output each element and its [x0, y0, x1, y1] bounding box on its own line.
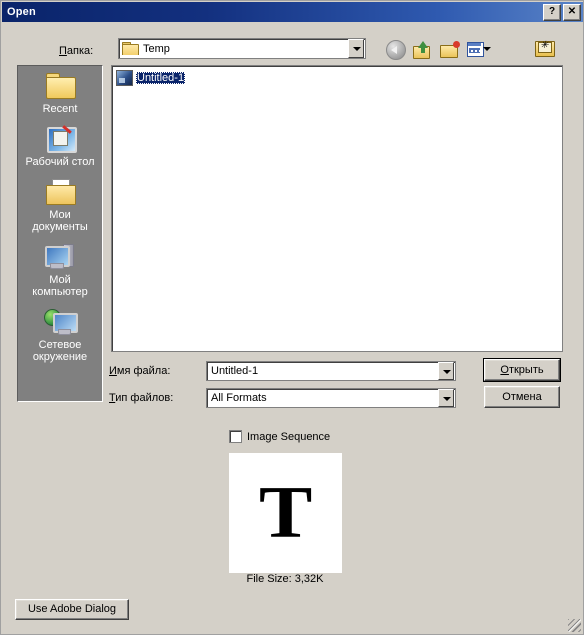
look-in-label: Папка: [59, 45, 93, 57]
my-computer-icon [44, 242, 76, 272]
place-label: Рабочий стол [25, 156, 95, 168]
open-button-accel: О [500, 364, 509, 376]
file-name-input[interactable]: Untitled-1 [207, 365, 438, 377]
back-icon[interactable] [386, 39, 408, 60]
file-list[interactable]: Untitled-1 [111, 65, 563, 352]
chevron-down-icon[interactable] [438, 362, 454, 380]
place-label-line2: окружение [32, 351, 88, 363]
place-label-line2: компьютер [32, 286, 88, 298]
place-label-line2: документы [32, 221, 88, 233]
places-bar: Recent Рабочий стол Мои документы Мой ко… [17, 65, 103, 402]
image-sequence-checkbox[interactable] [229, 430, 242, 443]
open-button-rest: ткрыть [508, 364, 544, 376]
place-label: Recent [42, 103, 78, 115]
help-button[interactable]: ? [543, 4, 561, 21]
look-in-combobox[interactable]: Temp [118, 38, 366, 59]
navigation-toolbar [386, 38, 496, 60]
look-in-label-accel: П [59, 45, 67, 57]
favorites-folder-icon[interactable]: ✳ [535, 39, 555, 57]
recent-folder-icon [44, 71, 76, 101]
my-documents-icon [44, 177, 76, 207]
look-in-label-rest: апка: [66, 45, 94, 57]
place-label-line1: Мои [49, 209, 71, 221]
place-label-line1: Мой [49, 274, 71, 286]
image-sequence-label: Image Sequence [247, 430, 331, 443]
new-folder-icon[interactable] [440, 39, 462, 60]
file-size-label: File Size: 3,32K [246, 573, 324, 585]
place-item-recent[interactable]: Recent [18, 71, 102, 115]
folder-icon [122, 42, 139, 55]
place-label-line1: Сетевое [38, 339, 82, 351]
resize-grip[interactable] [568, 619, 581, 632]
open-file-dialog: Open ? ✕ Папка: Temp ✳ Recent Рабочий ст… [0, 0, 584, 635]
title-bar[interactable]: Open ? ✕ [2, 2, 583, 22]
file-type-value: All Formats [211, 392, 267, 404]
chevron-down-icon[interactable] [348, 39, 364, 58]
views-icon[interactable] [467, 39, 491, 60]
look-in-value-wrap: Temp [119, 42, 348, 55]
cancel-button[interactable]: Отмена [484, 386, 560, 408]
file-name-label-static: Имя файла: [109, 365, 170, 377]
file-type-label-static: Тип файлов: [109, 392, 173, 404]
open-button[interactable]: Открыть [483, 358, 561, 382]
file-list-item[interactable]: Untitled-1 [115, 69, 187, 87]
place-item-my-documents[interactable]: Мои документы [18, 177, 102, 233]
image-sequence-checkbox-row[interactable]: Image Sequence [229, 430, 330, 443]
look-in-value: Temp [143, 42, 170, 55]
title-bar-buttons: ? ✕ [543, 4, 581, 21]
place-item-network[interactable]: Сетевое окружение [18, 307, 102, 363]
place-item-my-computer[interactable]: Мой компьютер [18, 242, 102, 298]
file-name-label: Untitled-1 [136, 72, 186, 84]
place-item-desktop[interactable]: Рабочий стол [18, 124, 102, 168]
preview-glyph: T [258, 472, 313, 554]
file-preview-thumbnail: T [229, 453, 342, 573]
close-button[interactable]: ✕ [563, 4, 581, 21]
chevron-down-icon[interactable] [438, 389, 454, 407]
file-type-combobox[interactable]: All Formats [206, 388, 456, 408]
file-name-combobox[interactable]: Untitled-1 [206, 361, 456, 381]
use-adobe-dialog-button[interactable]: Use Adobe Dialog [15, 599, 129, 620]
desktop-icon [44, 124, 77, 154]
file-name-label-rest: мя файла: [116, 365, 171, 377]
image-file-icon [116, 70, 133, 86]
file-type-label-rest: ип файлов: [115, 392, 174, 404]
file-name-label-accel: И [109, 365, 117, 377]
up-one-level-icon[interactable] [413, 39, 435, 60]
network-icon [44, 307, 78, 337]
window-title: Open [7, 6, 36, 18]
